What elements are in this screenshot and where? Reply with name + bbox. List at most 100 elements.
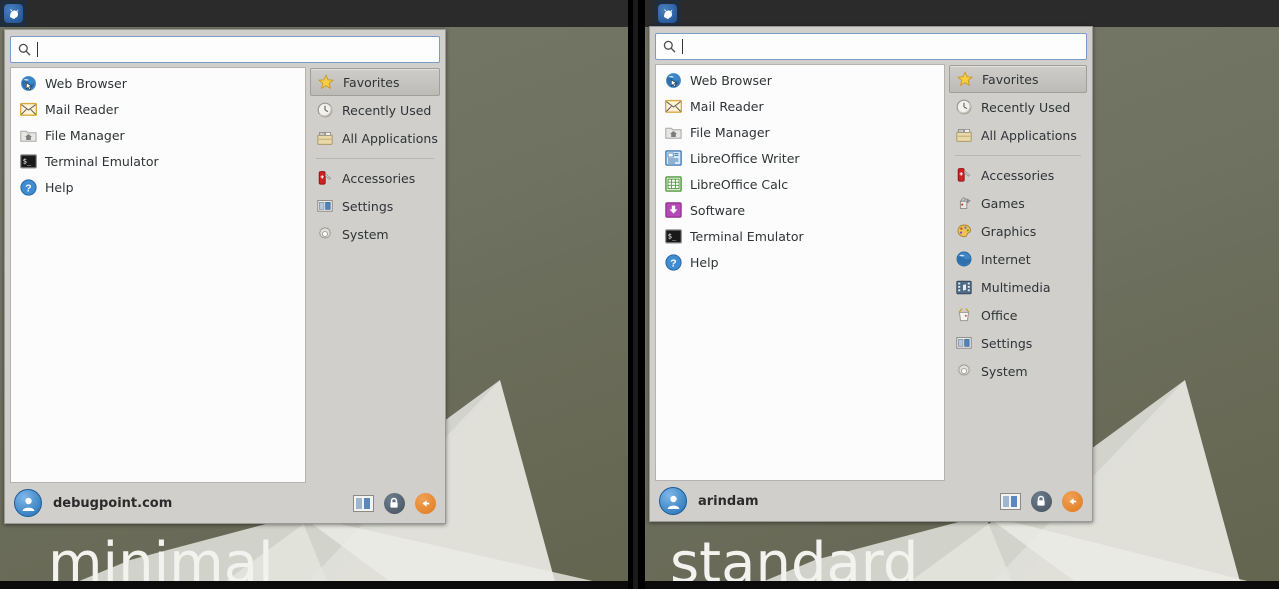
category-favorites[interactable]: Favorites: [310, 68, 440, 96]
category-label: Games: [981, 196, 1025, 211]
category-list-standard[interactable]: Favorites Recently Used: [949, 64, 1087, 481]
search-input[interactable]: [38, 42, 432, 57]
menu-footer-standard: arindam: [650, 481, 1092, 521]
swiss-knife-icon: [955, 166, 973, 184]
menu-body: Web Browser Mail Reader: [5, 67, 445, 483]
avatar: [14, 489, 42, 517]
category-label: Favorites: [982, 72, 1038, 87]
desktop-minimal: Web Browser Mail Reader: [0, 0, 628, 589]
category-all-applications[interactable]: All Applications: [949, 121, 1087, 149]
list-item[interactable]: Software: [656, 197, 944, 223]
writer-icon: [664, 149, 682, 167]
list-item[interactable]: File Manager: [656, 119, 944, 145]
list-item[interactable]: $_ Terminal Emulator: [11, 148, 305, 174]
lock-screen-button[interactable]: [1030, 490, 1052, 512]
category-label: Internet: [981, 252, 1031, 267]
category-graphics[interactable]: Graphics: [949, 217, 1087, 245]
folder-home-icon: [19, 126, 37, 144]
drawer-icon: [955, 126, 973, 144]
list-item-label: Mail Reader: [45, 102, 119, 117]
list-item-label: Terminal Emulator: [45, 154, 159, 169]
search-icon: [18, 43, 31, 56]
menu-body: Web Browser Mail Reader: [650, 64, 1092, 481]
category-label: Accessories: [981, 168, 1054, 183]
category-office[interactable]: Office: [949, 301, 1087, 329]
lock-icon: [1031, 491, 1052, 512]
category-list-minimal[interactable]: Favorites Recently Used: [310, 67, 440, 483]
sliders-icon: [316, 197, 334, 215]
switch-user-button[interactable]: [352, 492, 374, 514]
list-item[interactable]: LibreOffice Calc: [656, 171, 944, 197]
xfce-mouse-icon: [4, 4, 23, 23]
list-item[interactable]: LibreOffice Writer: [656, 145, 944, 171]
list-item-label: Help: [45, 180, 74, 195]
logout-button[interactable]: [414, 492, 436, 514]
search-input[interactable]: [683, 39, 1079, 54]
list-item[interactable]: Web Browser: [656, 67, 944, 93]
category-accessories[interactable]: Accessories: [949, 161, 1087, 189]
whisker-menu-button[interactable]: [0, 0, 27, 27]
office-icon: [955, 306, 973, 324]
category-settings[interactable]: Settings: [949, 329, 1087, 357]
envelope-icon: [664, 97, 682, 115]
lock-screen-button[interactable]: [383, 492, 405, 514]
category-favorites[interactable]: Favorites: [949, 65, 1087, 93]
clock-icon: [955, 98, 973, 116]
whisker-menu-window-minimal: Web Browser Mail Reader: [4, 29, 446, 524]
username-label: arindam: [698, 494, 759, 509]
gear-icon: [955, 362, 973, 380]
category-label: Recently Used: [342, 103, 431, 118]
software-icon: [664, 201, 682, 219]
category-label: Accessories: [342, 171, 415, 186]
list-item[interactable]: Web Browser: [11, 70, 305, 96]
category-internet[interactable]: Internet: [949, 245, 1087, 273]
list-item-label: File Manager: [690, 125, 770, 140]
category-accessories[interactable]: Accessories: [310, 164, 440, 192]
category-label: System: [981, 364, 1028, 379]
search-box[interactable]: [655, 33, 1087, 60]
joystick-icon: [955, 194, 973, 212]
category-games[interactable]: Games: [949, 189, 1087, 217]
category-all-applications[interactable]: All Applications: [310, 124, 440, 152]
envelope-icon: [19, 100, 37, 118]
category-settings[interactable]: Settings: [310, 192, 440, 220]
list-item[interactable]: File Manager: [11, 122, 305, 148]
search-box[interactable]: [10, 36, 440, 63]
footer-buttons: [999, 490, 1083, 512]
desktop-screenshot: Web Browser Mail Reader: [0, 0, 1279, 589]
lock-icon: [384, 493, 405, 514]
whisker-menu-button[interactable]: [654, 0, 681, 27]
list-item[interactable]: $_ Terminal Emulator: [656, 223, 944, 249]
terminal-icon: $_: [664, 227, 682, 245]
desktop-standard: Web Browser Mail Reader: [645, 0, 1279, 589]
clock-icon: [316, 101, 334, 119]
list-item[interactable]: ? Help: [656, 249, 944, 275]
star-icon: [956, 70, 974, 88]
category-recently-used[interactable]: Recently Used: [949, 93, 1087, 121]
list-item[interactable]: Mail Reader: [656, 93, 944, 119]
star-icon: [317, 73, 335, 91]
list-item[interactable]: Mail Reader: [11, 96, 305, 122]
category-system[interactable]: System: [949, 357, 1087, 385]
category-system[interactable]: System: [310, 220, 440, 248]
folder-home-icon: [664, 123, 682, 141]
category-label: All Applications: [342, 131, 438, 146]
swiss-knife-icon: [316, 169, 334, 187]
list-item-label: Mail Reader: [690, 99, 764, 114]
user-block: arindam: [659, 487, 999, 515]
sliders-icon: [955, 334, 973, 352]
category-label: Office: [981, 308, 1018, 323]
category-recently-used[interactable]: Recently Used: [310, 96, 440, 124]
bottom-edge: [0, 581, 628, 589]
switch-user-icon: [353, 495, 374, 512]
list-item-label: Terminal Emulator: [690, 229, 804, 244]
application-list-minimal[interactable]: Web Browser Mail Reader: [10, 67, 306, 483]
film-icon: [955, 278, 973, 296]
list-item-label: Web Browser: [690, 73, 772, 88]
switch-user-button[interactable]: [999, 490, 1021, 512]
application-list-standard[interactable]: Web Browser Mail Reader: [655, 64, 945, 481]
list-item-label: LibreOffice Calc: [690, 177, 788, 192]
category-multimedia[interactable]: Multimedia: [949, 273, 1087, 301]
logout-button[interactable]: [1061, 490, 1083, 512]
list-item[interactable]: ? Help: [11, 174, 305, 200]
